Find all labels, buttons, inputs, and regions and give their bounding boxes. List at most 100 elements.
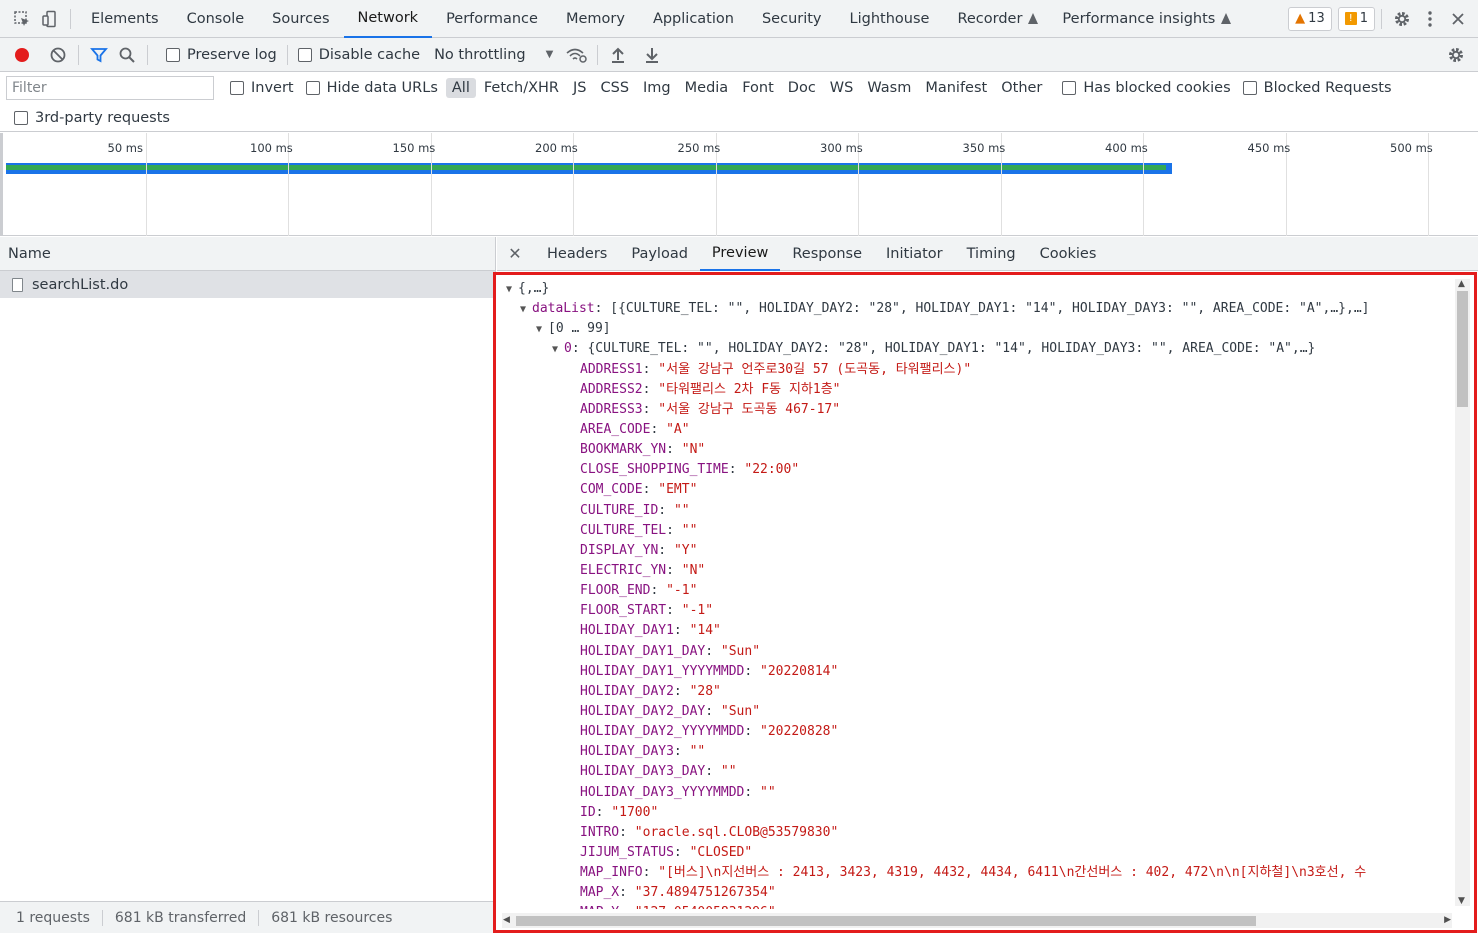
detail-tab-payload[interactable]: Payload: [619, 237, 700, 271]
inspect-element-icon[interactable]: [8, 5, 36, 33]
json-property[interactable]: COM_CODE: "EMT": [506, 480, 1456, 500]
json-property[interactable]: ADDRESS2: "타워팰리스 2차 F동 지하1층": [506, 380, 1456, 400]
network-conditions-icon[interactable]: [563, 41, 591, 69]
checkbox-box[interactable]: [297, 47, 312, 62]
scroll-right-icon[interactable]: ▶: [1444, 915, 1451, 925]
expand-triangle-icon[interactable]: ▼: [536, 320, 548, 340]
hide-data-urls-checkbox[interactable]: Hide data URLs: [305, 80, 438, 96]
filter-type-wasm[interactable]: Wasm: [861, 78, 917, 98]
json-property[interactable]: JIJUM_STATUS: "CLOSED": [506, 843, 1456, 863]
json-property[interactable]: HOLIDAY_DAY2_YYYYMMDD: "20220828": [506, 722, 1456, 742]
tab-memory[interactable]: Memory: [552, 0, 639, 38]
detail-tab-cookies[interactable]: Cookies: [1028, 237, 1109, 271]
json-property[interactable]: HOLIDAY_DAY3: "": [506, 742, 1456, 762]
json-property[interactable]: ID: "1700": [506, 803, 1456, 823]
filter-type-fetch-xhr[interactable]: Fetch/XHR: [478, 78, 565, 98]
json-property[interactable]: AREA_CODE: "A": [506, 420, 1456, 440]
filter-type-js[interactable]: JS: [567, 78, 592, 98]
tab-elements[interactable]: Elements: [77, 0, 173, 38]
import-har-icon[interactable]: [604, 41, 632, 69]
json-property[interactable]: HOLIDAY_DAY1_YYYYMMDD: "20220814": [506, 662, 1456, 682]
filter-type-media[interactable]: Media: [679, 78, 735, 98]
filter-type-img[interactable]: Img: [637, 78, 677, 98]
json-property[interactable]: MAP_Y: "127.054005831296": [506, 903, 1456, 909]
detail-tab-response[interactable]: Response: [780, 237, 874, 271]
vertical-scrollbar[interactable]: ▲ ▼: [1455, 279, 1470, 906]
network-settings-gear-icon[interactable]: [1442, 41, 1470, 69]
detail-tab-headers[interactable]: Headers: [535, 237, 619, 271]
expand-triangle-icon[interactable]: ▼: [520, 300, 532, 320]
tab-recorder[interactable]: Recorder: [943, 0, 1036, 38]
filter-type-ws[interactable]: WS: [824, 78, 860, 98]
json-property[interactable]: HOLIDAY_DAY2_DAY: "Sun": [506, 702, 1456, 722]
json-property[interactable]: MAP_X: "37.4894751267354": [506, 883, 1456, 903]
request-row[interactable]: searchList.do: [0, 271, 495, 298]
filter-type-manifest[interactable]: Manifest: [919, 78, 993, 98]
more-options-icon[interactable]: [1416, 5, 1444, 33]
json-root-node[interactable]: ▼ {,…}: [506, 279, 1456, 299]
issues-badge[interactable]: ! 1: [1337, 6, 1375, 31]
settings-gear-icon[interactable]: [1388, 5, 1416, 33]
detail-tab-timing[interactable]: Timing: [955, 237, 1028, 271]
json-property[interactable]: ADDRESS1: "서울 강남구 언주로30길 57 (도곡동, 타워팰리스)…: [506, 360, 1456, 380]
json-property[interactable]: DISPLAY_YN: "Y": [506, 541, 1456, 561]
blocked-requests-checkbox[interactable]: Blocked Requests: [1242, 80, 1392, 96]
record-icon[interactable]: [8, 41, 36, 69]
json-property[interactable]: CULTURE_TEL: "": [506, 521, 1456, 541]
vertical-scroll-thumb[interactable]: [1457, 291, 1468, 407]
filter-input[interactable]: [6, 76, 214, 100]
network-overview-timeline[interactable]: 50 ms 100 ms 150 ms 200 ms 250 ms 300 ms 350 m…: [0, 133, 1478, 236]
json-property[interactable]: HOLIDAY_DAY3_DAY: "": [506, 762, 1456, 782]
checkbox-box[interactable]: [166, 47, 180, 62]
json-property[interactable]: CLOSE_SHOPPING_TIME: "22:00": [506, 460, 1456, 480]
json-property[interactable]: HOLIDAY_DAY2: "28": [506, 682, 1456, 702]
json-property[interactable]: CULTURE_ID: "": [506, 501, 1456, 521]
checkbox-box[interactable]: [305, 81, 320, 95]
scroll-up-icon[interactable]: ▲: [1458, 279, 1465, 289]
json-property[interactable]: FLOOR_END: "-1": [506, 581, 1456, 601]
name-column-header[interactable]: Name: [0, 237, 495, 271]
detail-tab-preview[interactable]: Preview: [699, 237, 781, 271]
filter-type-all[interactable]: All: [445, 78, 476, 98]
horizontal-scroll-thumb[interactable]: [516, 916, 1256, 926]
checkbox-box[interactable]: [1242, 81, 1257, 95]
tab-lighthouse[interactable]: Lighthouse: [836, 0, 944, 38]
third-party-checkbox[interactable]: 3rd-party requests: [14, 110, 170, 126]
scroll-left-icon[interactable]: ◀: [503, 915, 510, 925]
has-blocked-cookies-checkbox[interactable]: Has blocked cookies: [1062, 80, 1231, 96]
throttling-select[interactable]: No throttling ▼: [434, 47, 553, 63]
tab-application[interactable]: Application: [639, 0, 748, 38]
expand-triangle-icon[interactable]: ▼: [506, 280, 518, 300]
checkbox-box[interactable]: [230, 81, 244, 95]
json-property[interactable]: INTRO: "oracle.sql.CLOB@53579830": [506, 823, 1456, 843]
close-devtools-icon[interactable]: [1444, 5, 1472, 33]
json-property[interactable]: FLOOR_START: "-1": [506, 601, 1456, 621]
filter-type-css[interactable]: CSS: [594, 78, 635, 98]
filter-type-other[interactable]: Other: [995, 78, 1048, 98]
close-icon[interactable]: ✕: [505, 244, 525, 263]
horizontal-scrollbar[interactable]: ◀ ▶: [502, 913, 1452, 928]
detail-tab-initiator[interactable]: Initiator: [874, 237, 955, 271]
tab-console[interactable]: Console: [173, 0, 259, 38]
json-property[interactable]: BOOKMARK_YN: "N": [506, 440, 1456, 460]
tab-security[interactable]: Security: [748, 0, 836, 38]
tab-sources[interactable]: Sources: [258, 0, 343, 38]
filter-type-doc[interactable]: Doc: [782, 78, 822, 98]
export-har-icon[interactable]: [638, 41, 666, 69]
checkbox-box[interactable]: [14, 110, 28, 125]
filter-type-font[interactable]: Font: [736, 78, 780, 98]
json-property[interactable]: HOLIDAY_DAY3_YYYYMMDD: "": [506, 783, 1456, 803]
warnings-badge[interactable]: ▲ 13: [1288, 6, 1332, 31]
json-item-node[interactable]: ▼ 0: {CULTURE_TEL: "", HOLIDAY_DAY2: "28"…: [506, 339, 1456, 359]
expand-triangle-icon[interactable]: ▼: [552, 340, 564, 360]
json-property[interactable]: HOLIDAY_DAY1: "14": [506, 621, 1456, 641]
scroll-down-icon[interactable]: ▼: [1458, 896, 1465, 906]
preserve-log-checkbox[interactable]: Preserve log: [166, 47, 277, 63]
response-preview-pane[interactable]: ▼ {,…} ▼ dataList: [{CULTURE_TEL: "", HOLI…: [493, 272, 1477, 933]
invert-checkbox[interactable]: Invert: [230, 80, 294, 96]
clear-icon[interactable]: [44, 41, 72, 69]
tab-performance[interactable]: Performance: [432, 0, 552, 38]
device-toolbar-icon[interactable]: [36, 5, 64, 33]
json-property[interactable]: MAP_INFO: "[버스]\n지선버스 : 2413, 3423, 4319…: [506, 863, 1456, 883]
filter-icon[interactable]: [85, 41, 113, 69]
